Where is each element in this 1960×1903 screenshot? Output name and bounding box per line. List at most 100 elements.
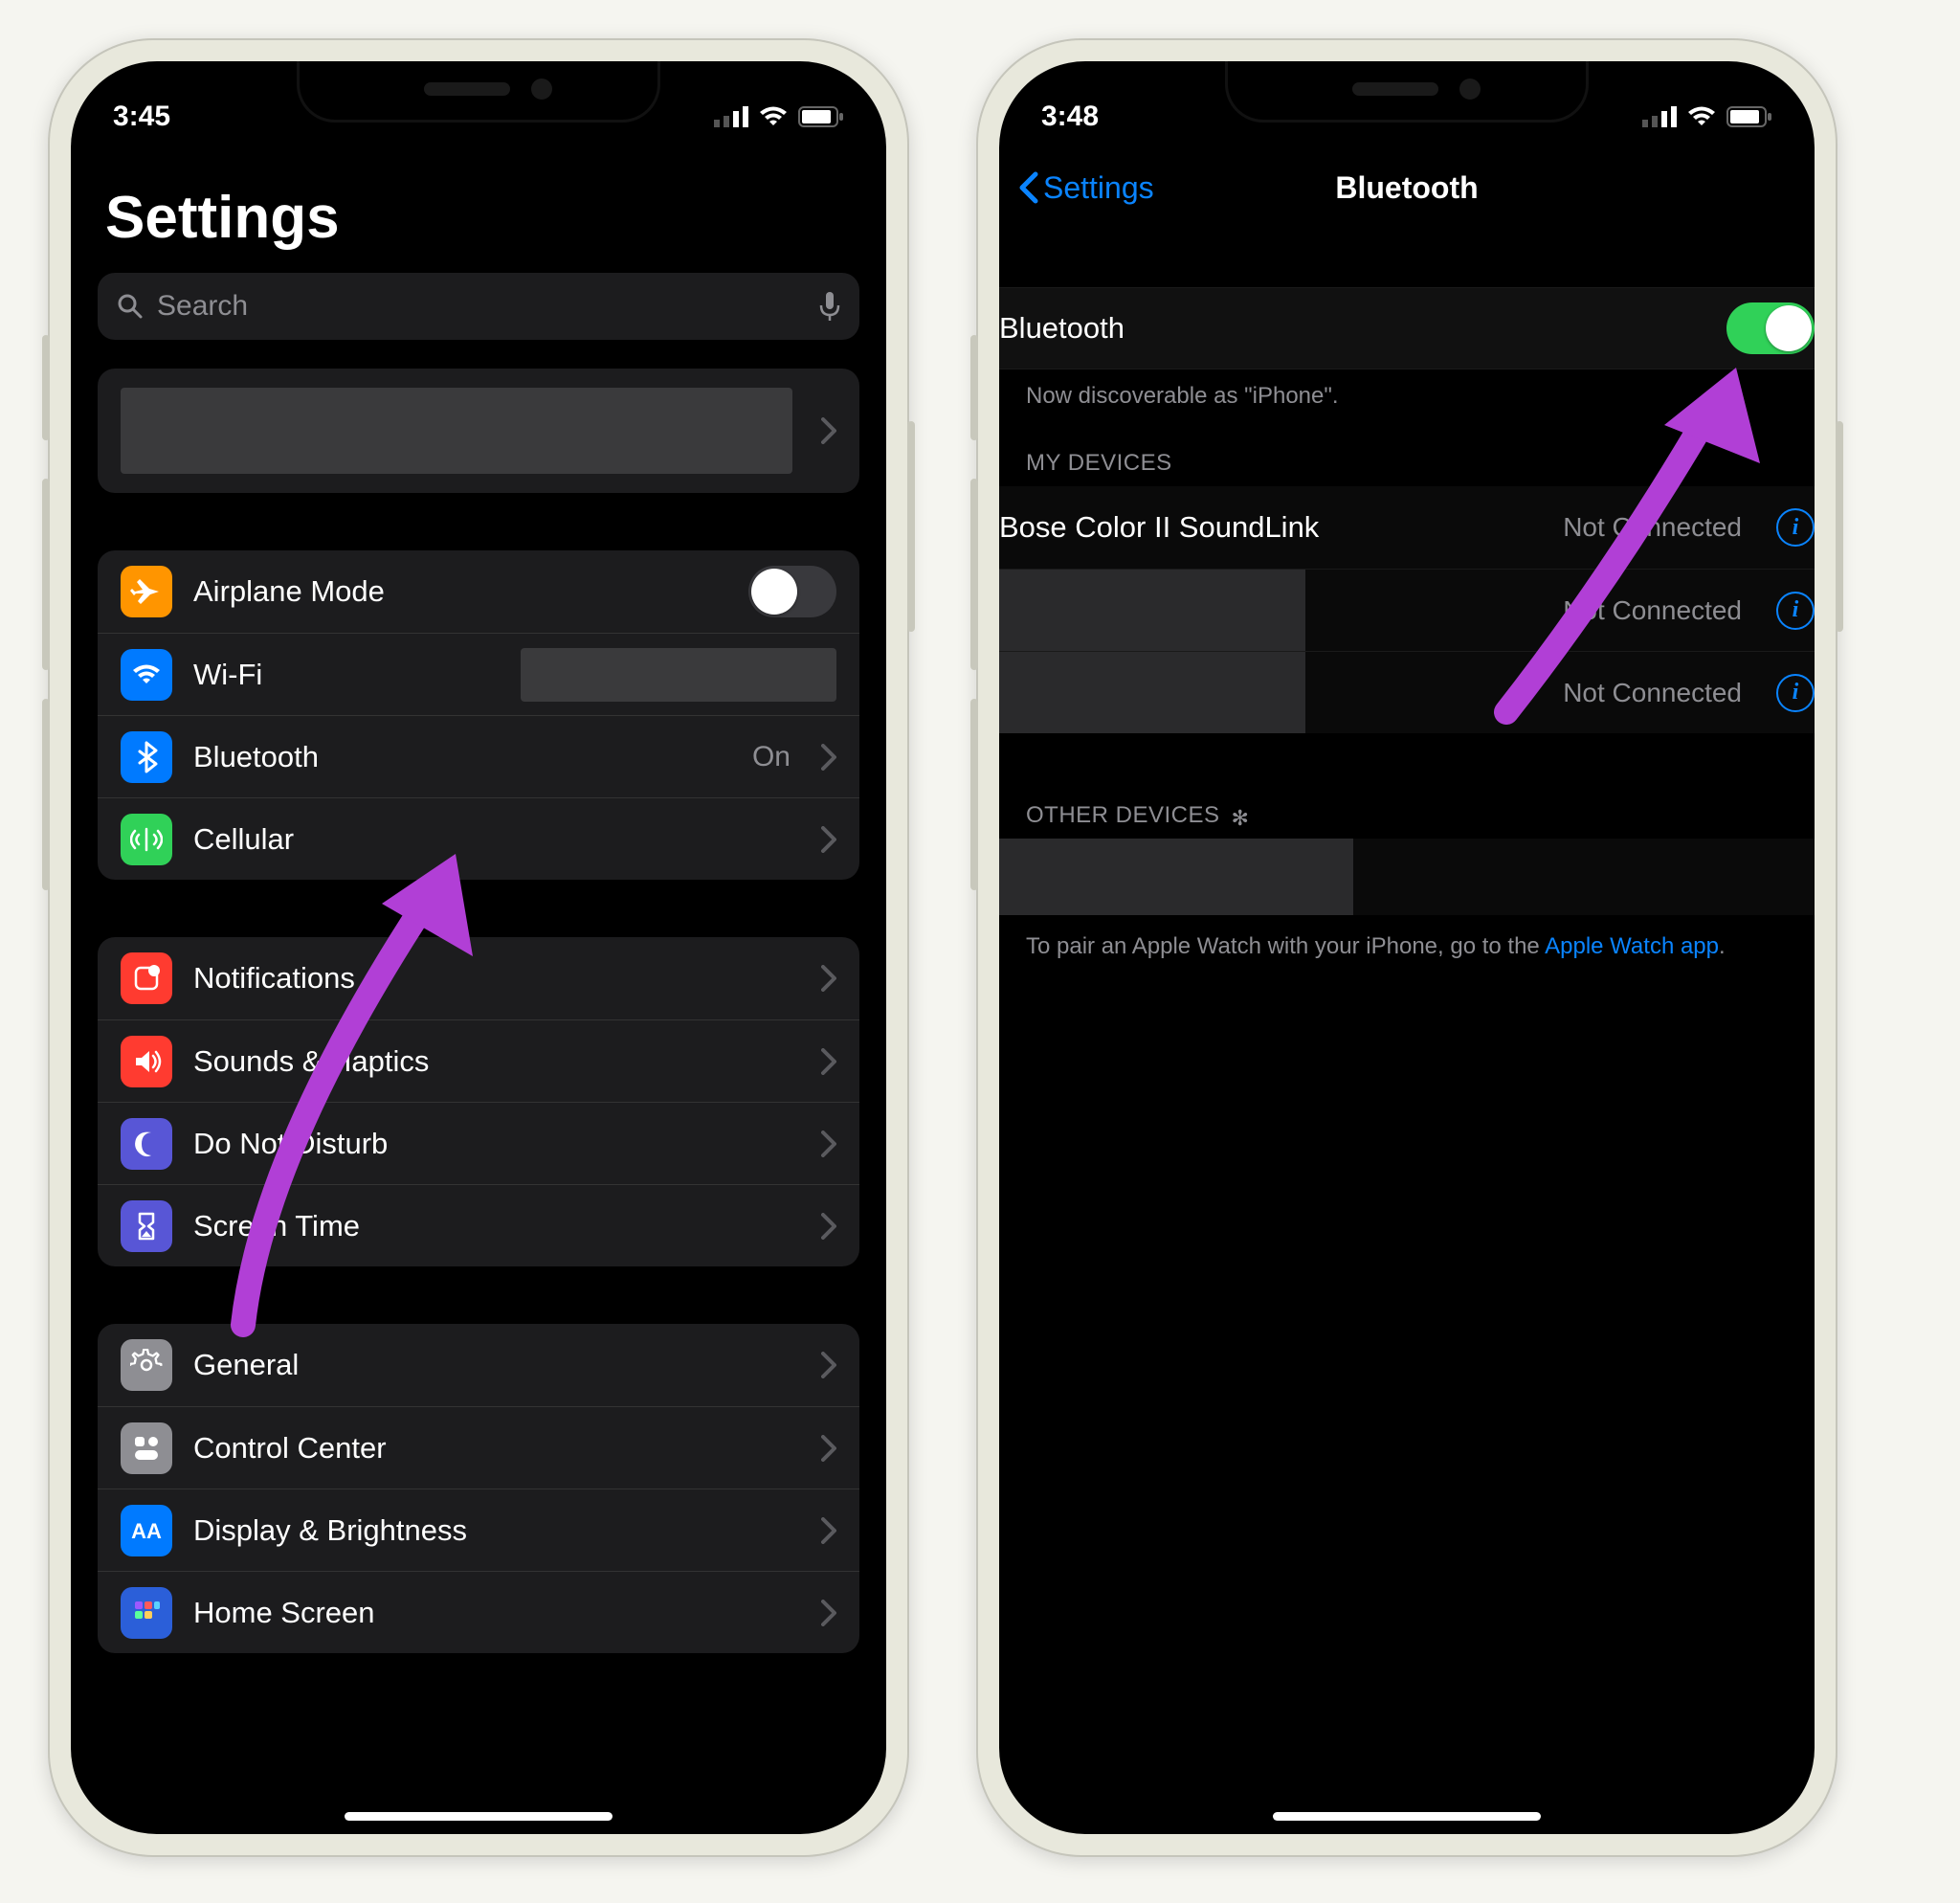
bluetooth-toggle[interactable] bbox=[1726, 302, 1815, 354]
info-button[interactable]: i bbox=[1776, 674, 1815, 712]
pair-watch-text: To pair an Apple Watch with your iPhone,… bbox=[999, 915, 1815, 978]
device-row[interactable]: Not Connected i bbox=[999, 651, 1815, 733]
device-row[interactable]: Not Connected i bbox=[999, 569, 1815, 651]
notch bbox=[1225, 61, 1589, 123]
row-label: Screen Time bbox=[193, 1209, 360, 1243]
control-center-icon bbox=[121, 1422, 172, 1474]
info-button[interactable]: i bbox=[1776, 508, 1815, 547]
redacted-block bbox=[999, 839, 1353, 915]
phone-left: 3:45 Settings Search bbox=[48, 38, 909, 1857]
cellular-icon bbox=[121, 814, 172, 865]
settings-group-connectivity: Airplane Mode Wi-Fi Bluetooth On bbox=[98, 550, 859, 880]
search-placeholder: Search bbox=[157, 290, 248, 323]
screen-settings: 3:45 Settings Search bbox=[71, 61, 886, 1834]
home-indicator[interactable] bbox=[345, 1812, 612, 1821]
battery-icon bbox=[798, 106, 844, 127]
status-time: 3:48 bbox=[1041, 101, 1099, 133]
row-screentime[interactable]: Screen Time bbox=[98, 1184, 859, 1266]
chevron-right-icon bbox=[821, 744, 836, 771]
dnd-icon bbox=[121, 1118, 172, 1170]
bluetooth-label: Bluetooth bbox=[999, 311, 1125, 346]
info-button[interactable]: i bbox=[1776, 592, 1815, 630]
search-input[interactable]: Search bbox=[98, 273, 859, 340]
chevron-right-icon bbox=[821, 1131, 836, 1157]
row-detail: On bbox=[752, 741, 791, 773]
device-status: Not Connected bbox=[1563, 512, 1742, 543]
airplane-toggle[interactable] bbox=[748, 566, 836, 617]
apple-watch-link[interactable]: Apple Watch app bbox=[1545, 933, 1719, 959]
notifications-icon bbox=[121, 952, 172, 1004]
row-display[interactable]: AA Display & Brightness bbox=[98, 1489, 859, 1571]
general-icon bbox=[121, 1339, 172, 1391]
row-wifi[interactable]: Wi-Fi bbox=[98, 633, 859, 715]
screentime-icon bbox=[121, 1200, 172, 1252]
device-row[interactable] bbox=[999, 839, 1815, 915]
my-devices-header: MY DEVICES bbox=[999, 419, 1815, 486]
row-control-center[interactable]: Control Center bbox=[98, 1406, 859, 1489]
battery-icon bbox=[1726, 106, 1772, 127]
nav-bar: Settings Bluetooth bbox=[999, 146, 1815, 230]
chevron-left-icon bbox=[1018, 170, 1039, 205]
chevron-right-icon bbox=[821, 1352, 836, 1378]
redacted-block bbox=[999, 652, 1305, 733]
chevron-right-icon bbox=[821, 826, 836, 853]
status-icons bbox=[714, 106, 844, 127]
back-button[interactable]: Settings bbox=[1018, 170, 1154, 206]
page-title: Settings bbox=[98, 146, 859, 273]
other-devices-list bbox=[999, 839, 1815, 915]
device-status: Not Connected bbox=[1563, 678, 1742, 708]
redacted-block bbox=[999, 570, 1305, 651]
airplane-icon bbox=[121, 566, 172, 617]
notch bbox=[297, 61, 660, 123]
profile-row[interactable] bbox=[98, 369, 859, 493]
settings-group-notifications: Notifications Sounds & Haptics Do Not Di… bbox=[98, 937, 859, 1266]
redacted-block bbox=[521, 648, 836, 702]
row-label: Sounds & Haptics bbox=[193, 1044, 429, 1079]
cellular-signal-icon bbox=[714, 106, 748, 127]
row-dnd[interactable]: Do Not Disturb bbox=[98, 1102, 859, 1184]
device-row[interactable]: Bose Color II SoundLink Not Connected i bbox=[999, 486, 1815, 569]
row-airplane-mode[interactable]: Airplane Mode bbox=[98, 550, 859, 633]
bluetooth-icon bbox=[121, 731, 172, 783]
screen-bluetooth: 3:48 Settings Bluetooth Bluetooth Now di… bbox=[999, 61, 1815, 1834]
mic-icon[interactable] bbox=[819, 292, 840, 321]
device-status: Not Connected bbox=[1563, 595, 1742, 626]
redacted-block bbox=[121, 388, 792, 474]
row-label: Display & Brightness bbox=[193, 1513, 467, 1548]
row-label: Home Screen bbox=[193, 1596, 375, 1630]
chevron-right-icon bbox=[821, 1213, 836, 1240]
row-bluetooth[interactable]: Bluetooth On bbox=[98, 715, 859, 797]
row-home-screen[interactable]: Home Screen bbox=[98, 1571, 859, 1653]
row-label: Cellular bbox=[193, 822, 294, 857]
row-cellular[interactable]: Cellular bbox=[98, 797, 859, 880]
row-label: Bluetooth bbox=[193, 740, 319, 774]
row-label: Control Center bbox=[193, 1431, 387, 1466]
back-label: Settings bbox=[1043, 170, 1154, 206]
row-label: Do Not Disturb bbox=[193, 1127, 388, 1161]
row-label: Notifications bbox=[193, 961, 355, 996]
discoverable-text: Now discoverable as "iPhone". bbox=[999, 369, 1815, 419]
chevron-right-icon bbox=[821, 1517, 836, 1544]
status-icons bbox=[1642, 106, 1772, 127]
row-notifications[interactable]: Notifications bbox=[98, 937, 859, 1019]
wifi-icon bbox=[758, 106, 789, 127]
bluetooth-toggle-section: Bluetooth bbox=[999, 287, 1815, 369]
row-general[interactable]: General bbox=[98, 1324, 859, 1406]
phone-right: 3:48 Settings Bluetooth Bluetooth Now di… bbox=[976, 38, 1838, 1857]
chevron-right-icon bbox=[821, 417, 836, 444]
settings-group-general: General Control Center AA Display & Brig… bbox=[98, 1324, 859, 1653]
home-indicator[interactable] bbox=[1273, 1812, 1541, 1821]
wifi-icon bbox=[1686, 106, 1717, 127]
row-sounds[interactable]: Sounds & Haptics bbox=[98, 1019, 859, 1102]
spinner-icon bbox=[1232, 805, 1253, 826]
svg-text:AA: AA bbox=[131, 1519, 162, 1543]
row-label: General bbox=[193, 1348, 299, 1382]
nav-title: Bluetooth bbox=[1335, 170, 1478, 206]
display-icon: AA bbox=[121, 1505, 172, 1556]
cellular-signal-icon bbox=[1642, 106, 1677, 127]
row-bluetooth-toggle: Bluetooth bbox=[999, 287, 1815, 369]
chevron-right-icon bbox=[821, 965, 836, 992]
sounds-icon bbox=[121, 1036, 172, 1087]
chevron-right-icon bbox=[821, 1600, 836, 1626]
device-name: Bose Color II SoundLink bbox=[999, 510, 1319, 545]
